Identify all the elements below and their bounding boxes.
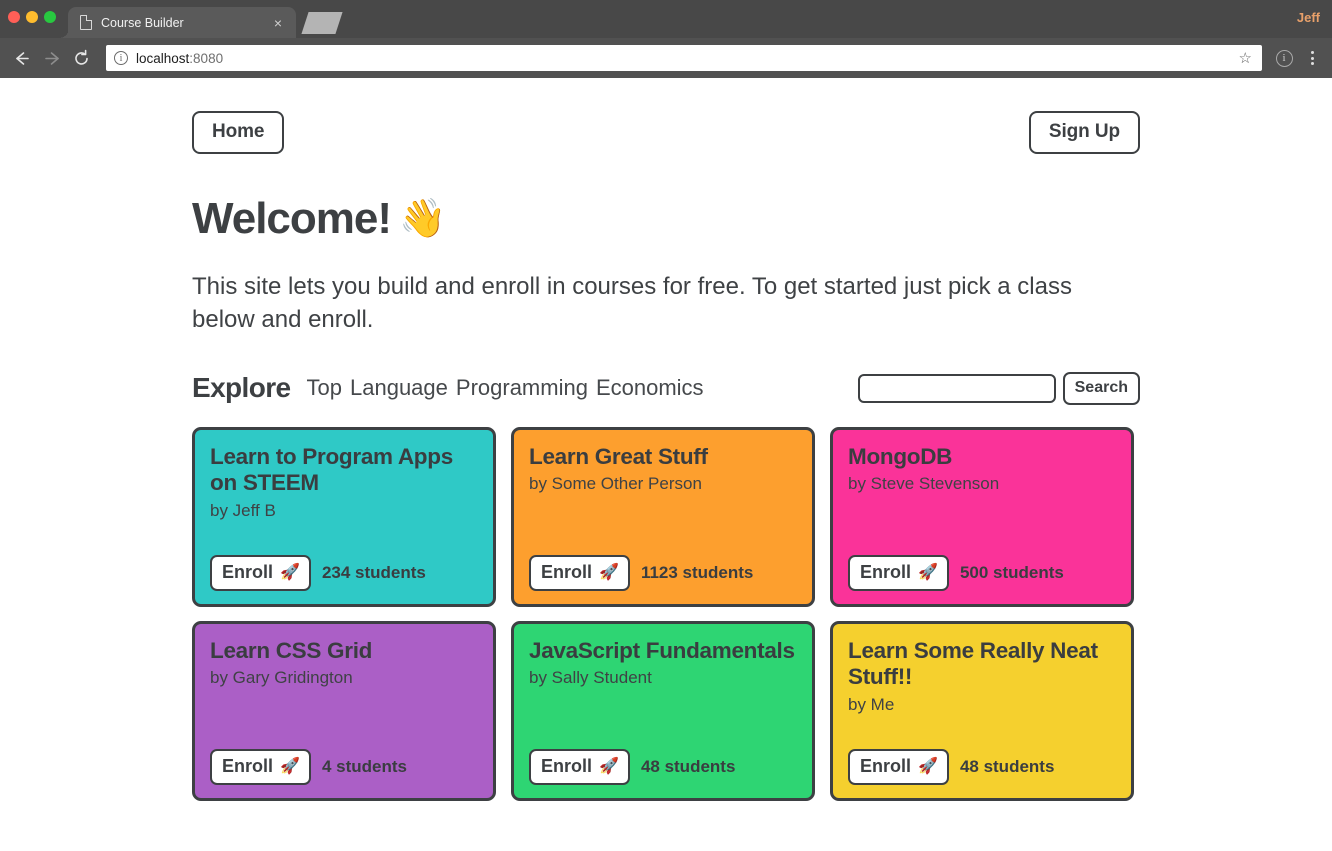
browser-tabstrip: Course Builder × Jeff	[0, 0, 1332, 38]
rocket-icon: 🚀	[918, 757, 938, 775]
course-grid: Learn to Program Apps on STEEM by Jeff B…	[192, 426, 1140, 801]
course-title: MongoDB	[848, 443, 953, 469]
course-author: by Me	[848, 694, 895, 714]
category-link-programming[interactable]: Programming	[456, 375, 588, 401]
browser-toolbar: i localhost:8080 ☆ i	[0, 38, 1332, 78]
url-text: localhost:8080	[136, 51, 223, 66]
student-count: 48 students	[640, 756, 736, 776]
course-card-footer: Enroll 🚀 500 students	[848, 554, 1116, 591]
course-card-footer: Enroll 🚀 48 students	[848, 748, 1116, 785]
site-info-icon[interactable]: i	[114, 51, 128, 65]
site-header: Home Sign Up	[192, 98, 1140, 154]
enroll-label: Enroll	[860, 561, 912, 582]
search-button[interactable]: Search	[1062, 372, 1140, 405]
category-link-economics[interactable]: Economics	[596, 375, 704, 401]
enroll-button[interactable]: Enroll 🚀	[210, 554, 311, 591]
back-arrow-icon[interactable]	[6, 43, 36, 73]
course-card[interactable]: MongoDB by Steve Stevenson Enroll 🚀 500 …	[830, 426, 1134, 607]
url-host: localhost	[136, 50, 190, 66]
course-card-footer: Enroll 🚀 1123 students	[529, 554, 797, 591]
course-card-footer: Enroll 🚀 234 students	[210, 554, 478, 591]
tab-title: Course Builder	[101, 15, 184, 30]
page-content: Home Sign Up Welcome! 👋 This site lets y…	[0, 78, 1332, 801]
page-viewport: Home Sign Up Welcome! 👋 This site lets y…	[0, 78, 1332, 851]
page-document-icon	[80, 14, 93, 30]
enroll-label: Enroll	[541, 561, 593, 582]
course-title: Learn Some Really Neat Stuff!!	[848, 637, 1098, 690]
enroll-label: Enroll	[222, 755, 274, 776]
category-link-language[interactable]: Language	[350, 375, 448, 401]
course-card-footer: Enroll 🚀 48 students	[529, 748, 797, 785]
enroll-button[interactable]: Enroll 🚀	[848, 554, 949, 591]
enroll-button[interactable]: Enroll 🚀	[529, 748, 630, 785]
forward-arrow-icon[interactable]	[36, 43, 66, 73]
browser-tab-course-builder[interactable]: Course Builder ×	[59, 7, 296, 38]
student-count: 500 students	[959, 562, 1064, 582]
enroll-button[interactable]: Enroll 🚀	[529, 554, 630, 591]
course-card[interactable]: Learn CSS Grid by Gary Gridington Enroll…	[192, 620, 496, 801]
url-port: :8080	[189, 50, 224, 66]
course-author: by Jeff B	[210, 500, 276, 520]
course-title: Learn CSS Grid	[210, 637, 373, 663]
new-tab-button[interactable]	[301, 12, 343, 34]
student-count: 48 students	[959, 756, 1055, 776]
close-tab-icon[interactable]: ×	[268, 16, 288, 30]
student-count: 4 students	[321, 756, 407, 776]
course-card[interactable]: Learn to Program Apps on STEEM by Jeff B…	[192, 426, 496, 607]
browser-menu-icon[interactable]	[1298, 44, 1326, 72]
close-window-button[interactable]	[8, 11, 20, 23]
course-card[interactable]: Learn Great Stuff by Some Other Person E…	[511, 426, 815, 607]
address-bar[interactable]: i localhost:8080 ☆	[106, 45, 1262, 71]
sign-up-button[interactable]: Sign Up	[1028, 111, 1140, 154]
reload-icon[interactable]	[66, 43, 96, 73]
extensions-info-icon[interactable]: i	[1270, 44, 1298, 72]
course-card[interactable]: JavaScript Fundamentals by Sally Student…	[511, 620, 815, 801]
course-title: Learn Great Stuff	[529, 443, 708, 469]
window-controls	[8, 11, 56, 23]
course-author: by Steve Stevenson	[848, 474, 1000, 494]
student-count: 234 students	[321, 562, 426, 582]
enroll-button[interactable]: Enroll 🚀	[848, 748, 949, 785]
page-title-text: Welcome!	[192, 193, 392, 243]
browser-window: Course Builder × Jeff i localhost:8080 ☆…	[0, 0, 1332, 851]
search-input[interactable]	[857, 373, 1056, 403]
explore-bar: Explore Top Language Programming Economi…	[192, 372, 1140, 405]
course-card[interactable]: Learn Some Really Neat Stuff!! by Me Enr…	[830, 620, 1134, 801]
explore-heading: Explore	[192, 372, 291, 404]
enroll-label: Enroll	[860, 755, 912, 776]
course-author: by Some Other Person	[529, 474, 702, 494]
page-title: Welcome! 👋	[192, 193, 1140, 243]
minimize-window-button[interactable]	[26, 11, 38, 23]
enroll-label: Enroll	[541, 755, 593, 776]
rocket-icon: 🚀	[280, 563, 300, 581]
category-link-top[interactable]: Top	[307, 375, 342, 401]
enroll-label: Enroll	[222, 561, 274, 582]
profile-name-label[interactable]: Jeff	[1297, 10, 1320, 25]
course-card-footer: Enroll 🚀 4 students	[210, 748, 478, 785]
home-button[interactable]: Home	[192, 111, 285, 154]
course-title: JavaScript Fundamentals	[529, 637, 795, 663]
enroll-button[interactable]: Enroll 🚀	[210, 748, 311, 785]
course-author: by Sally Student	[529, 668, 652, 688]
search-group: Search	[857, 372, 1140, 405]
intro-paragraph: This site lets you build and enroll in c…	[192, 273, 1072, 334]
rocket-icon: 🚀	[918, 563, 938, 581]
rocket-icon: 🚀	[599, 563, 619, 581]
rocket-icon: 🚀	[280, 757, 300, 775]
category-links: Top Language Programming Economics	[307, 375, 704, 401]
course-title: Learn to Program Apps on STEEM	[210, 443, 453, 496]
maximize-window-button[interactable]	[44, 11, 56, 23]
student-count: 1123 students	[640, 562, 754, 582]
waving-hand-icon: 👋	[399, 197, 446, 240]
course-author: by Gary Gridington	[210, 668, 353, 688]
bookmark-star-icon[interactable]: ☆	[1239, 49, 1254, 67]
rocket-icon: 🚀	[599, 757, 619, 775]
